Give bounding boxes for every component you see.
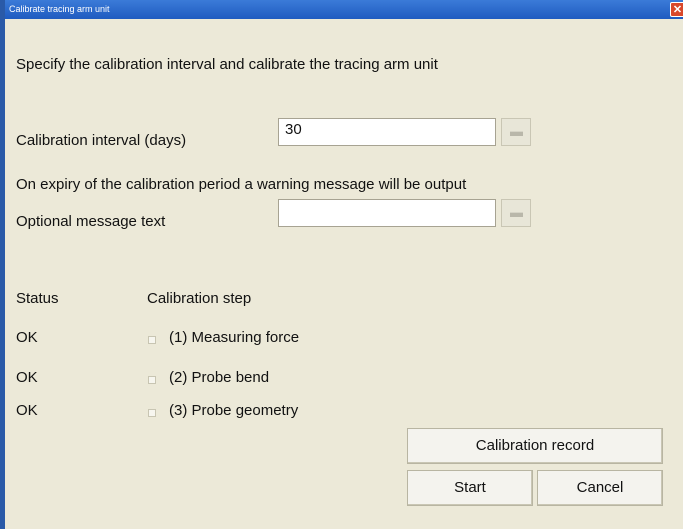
step-2-checkbox[interactable] [148, 376, 156, 384]
close-icon: ✕ [672, 4, 683, 16]
step-3-label: (3) Probe geometry [169, 402, 299, 419]
step-1-label: (1) Measuring force [169, 329, 300, 346]
interval-label: Calibration interval (days) [16, 132, 187, 149]
interval-input[interactable]: 30 [278, 118, 496, 146]
message-keyboard-button[interactable] [501, 199, 531, 227]
calibration-dialog: Calibrate tracing arm unit ✕ Specify the… [0, 0, 683, 529]
step-header: Calibration step [147, 290, 252, 307]
step-2-label: (2) Probe bend [169, 369, 270, 386]
message-label: Optional message text [16, 213, 166, 230]
row-2-status: OK [16, 369, 38, 386]
interval-keyboard-button[interactable] [501, 118, 531, 146]
row-1-status: OK [16, 329, 38, 346]
step-3-checkbox[interactable] [148, 409, 156, 417]
keyboard-icon [510, 131, 523, 136]
intro-text: Specify the calibration interval and cal… [16, 56, 438, 73]
close-button[interactable]: ✕ [670, 2, 683, 17]
step-1-checkbox[interactable] [148, 336, 156, 344]
warning-note: On expiry of the calibration period a wa… [16, 176, 467, 193]
window-title: Calibrate tracing arm unit [9, 4, 110, 14]
start-button[interactable]: Start [407, 470, 533, 506]
cancel-button[interactable]: Cancel [537, 470, 663, 506]
title-bar: Calibrate tracing arm unit ✕ [5, 0, 683, 19]
status-header: Status [16, 290, 59, 307]
message-input[interactable] [278, 199, 496, 227]
calibration-record-button[interactable]: Calibration record [407, 428, 663, 464]
row-3-status: OK [16, 402, 38, 419]
keyboard-icon [510, 212, 523, 217]
